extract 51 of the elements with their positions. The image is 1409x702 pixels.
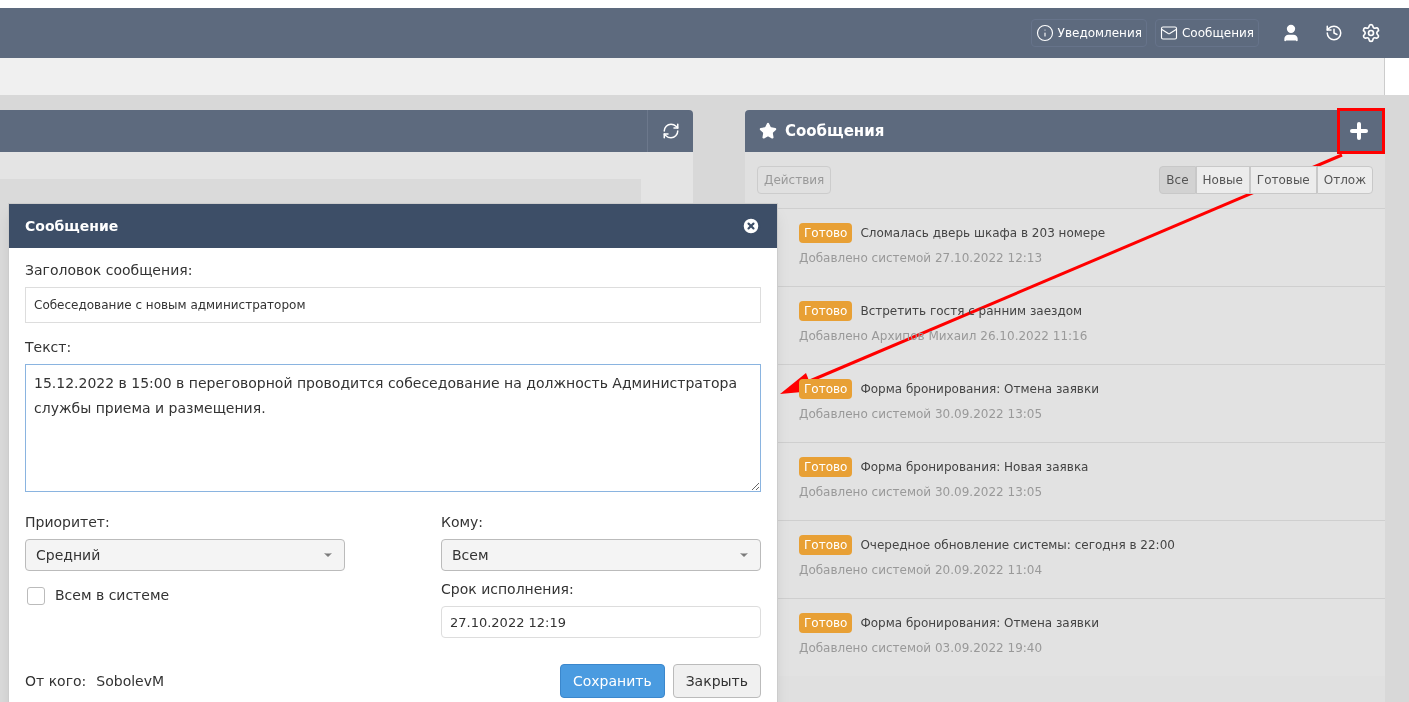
from-label: От кого:: [25, 671, 87, 691]
text-field[interactable]: 15.12.2022 в 15:00 в переговорной проводится собеседование на должность Администратора службы приема и размещения.: [25, 364, 761, 492]
field-label: Срок исполнения:: [441, 580, 575, 599]
user-icon[interactable]: [1281, 23, 1301, 43]
subject-field[interactable]: Собеседование с новым администратором: [25, 287, 761, 323]
filter-tab[interactable]: Все: [1159, 166, 1196, 194]
status-label: Готово: [799, 613, 853, 633]
message-meta: Добавлено системой 30.09.2022 13:05: [799, 484, 1044, 501]
message-title: Очередное обновление системы: сегодня в 22:00: [860, 537, 1175, 554]
filter-tab[interactable]: Готовые: [1249, 166, 1317, 194]
filter-tab[interactable]: Новые: [1195, 166, 1250, 194]
status-label: Готово: [799, 379, 853, 399]
message-title: Встретить гостя с ранним заездом: [860, 303, 1083, 320]
filter-tab[interactable]: Отлож: [1316, 166, 1373, 194]
refresh-icon: [661, 122, 680, 140]
message-title: Форма бронирования: Отмена заявки: [860, 381, 1099, 398]
message-title: Форма бронирования: Новая заявка: [860, 459, 1089, 476]
highlight-frame: [1337, 108, 1385, 154]
from-value: SobolevM: [96, 671, 165, 691]
message-meta: Добавлено системой 30.09.2022 13:05: [799, 406, 1044, 423]
plus-icon: [1347, 119, 1371, 143]
close-dialog-button[interactable]: Закрыть: [672, 664, 761, 698]
status-label: Готово: [799, 535, 853, 555]
dialog-title: Сообщение: [25, 216, 119, 236]
field-label: Кому:: [441, 513, 485, 532]
checkbox-label: Всем в системе: [55, 586, 170, 605]
info-icon: [1035, 24, 1054, 42]
status-label: Готово: [799, 457, 853, 477]
checkbox[interactable]: [27, 586, 45, 605]
panel-title: Сообщения: [785, 120, 885, 142]
history-icon[interactable]: [1325, 24, 1343, 42]
mail-icon: [1160, 24, 1178, 42]
close-icon: [741, 216, 761, 236]
settings-icon[interactable]: [1361, 23, 1381, 43]
message-meta: Добавлено системой 20.09.2022 11:04: [799, 562, 1044, 579]
message-meta: Добавлено системой 03.09.2022 19:40: [799, 640, 1044, 657]
status-label: Готово: [799, 223, 853, 243]
message-title: Сломалась дверь шкафа в 203 номере: [860, 225, 1106, 242]
field-label: Заголовок сообщения:: [25, 261, 194, 280]
field-label: Приоритет:: [25, 513, 111, 532]
recipient-select[interactable]: Всем: [441, 539, 761, 571]
message-meta: Добавлено системой 27.10.2022 12:13: [799, 250, 1044, 267]
message-title: Форма бронирования: Отмена заявки: [860, 615, 1099, 632]
field-label: Текст:: [25, 338, 73, 357]
priority-select[interactable]: Средний: [25, 539, 345, 571]
status-label: Готово: [799, 301, 853, 321]
star-icon: [759, 122, 777, 140]
close-button[interactable]: [741, 216, 761, 236]
due-date-field[interactable]: 27.10.2022 12:19: [441, 606, 761, 638]
messages-button[interactable]: Сообщения: [1155, 19, 1259, 47]
notifications-button[interactable]: Уведомления: [1030, 19, 1147, 47]
